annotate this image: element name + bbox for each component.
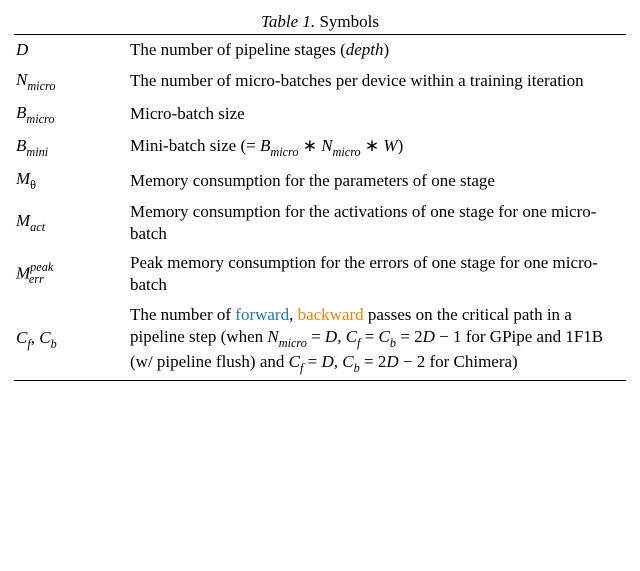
desc-text: The number of pipeline stages ( (130, 40, 346, 59)
desc-text: , (334, 352, 343, 371)
symbol-D: D (16, 40, 28, 59)
symbol-cell: Mpeakerr (14, 248, 128, 300)
symbol-sub: micro (27, 79, 55, 93)
math-sub: micro (270, 145, 298, 159)
math-sub: micro (333, 145, 361, 159)
desc-cell: Memory consumption for the parameters of… (128, 164, 626, 197)
desc-text: The number of (130, 305, 235, 324)
table-row: Mact Memory consumption for the activati… (14, 197, 626, 249)
desc-cell: Mini-batch size (= Bmicro ∗ Nmicro ∗ W) (128, 131, 626, 164)
desc-text: , (289, 305, 298, 324)
math-var: C (342, 352, 353, 371)
symbol-cell: Bmini (14, 131, 128, 164)
desc-text: ) (384, 40, 390, 59)
math-op: = 2 (396, 327, 423, 346)
symbol-Nmicro: N (16, 70, 27, 89)
math-var: C (379, 327, 390, 346)
table-row: Mpeakerr Peak memory consumption for the… (14, 248, 626, 300)
math-sub: b (390, 336, 396, 350)
symbol-Mact: M (16, 211, 30, 230)
math-var: N (321, 136, 332, 155)
desc-text: − 2 for Chimera) (399, 352, 518, 371)
symbol-sub: micro (26, 112, 54, 126)
symbol-sub: act (30, 220, 45, 234)
desc-cell: The number of pipeline stages (depth) (128, 35, 626, 65)
symbol-Cf: C (16, 328, 27, 347)
table-label: Table 1. (261, 12, 315, 31)
symbol-Bmini: B (16, 136, 26, 155)
desc-text: Mini-batch size (= (130, 136, 260, 155)
forward-text: forward (235, 305, 289, 324)
desc-text: , (337, 327, 346, 346)
symbol-cell: Bmicro (14, 98, 128, 131)
math-var: B (260, 136, 270, 155)
table-row: Bmini Mini-batch size (= Bmicro ∗ Nmicro… (14, 131, 626, 164)
math-var: N (267, 327, 278, 346)
desc-cell: Peak memory consumption for the errors o… (128, 248, 626, 300)
math-op: ∗ (361, 136, 384, 155)
math-op: = 2 (360, 352, 387, 371)
math-op: = (307, 327, 325, 346)
symbol-cell: D (14, 35, 128, 65)
math-var: C (346, 327, 357, 346)
desc-cell: Memory consumption for the activations o… (128, 197, 626, 249)
backward-text: backward (298, 305, 364, 324)
table-row: Nmicro The number of micro-batches per d… (14, 65, 626, 98)
symbol-sub: f (27, 337, 30, 351)
math-sub: b (354, 361, 360, 375)
symbol-sub: err (29, 272, 44, 286)
symbol-Mtheta: M (16, 169, 30, 188)
math-sub: f (300, 361, 303, 375)
math-var: D (386, 352, 398, 371)
symbol-cell: Mθ (14, 164, 128, 197)
symbol-sub: mini (26, 145, 48, 159)
table-caption: Table 1. Symbols (14, 12, 626, 32)
table-row: Cf, Cb The number of forward, backward p… (14, 300, 626, 380)
table-row: Bmicro Micro-batch size (14, 98, 626, 131)
math-op: = (360, 327, 378, 346)
desc-cell: Micro-batch size (128, 98, 626, 131)
math-op: ∗ (298, 136, 321, 155)
comma: , (31, 328, 40, 347)
symbol-cell: Cf, Cb (14, 300, 128, 380)
symbol-Cb: C (39, 328, 50, 347)
desc-cell: The number of forward, backward passes o… (128, 300, 626, 380)
math-var: D (321, 352, 333, 371)
symbols-table: D The number of pipeline stages (depth) … (14, 34, 626, 381)
math-var: W (383, 136, 397, 155)
desc-cell: The number of micro-batches per device w… (128, 65, 626, 98)
math-var: D (325, 327, 337, 346)
table-row: Mθ Memory consumption for the parameters… (14, 164, 626, 197)
math-op: = (303, 352, 321, 371)
symbol-sub: θ (30, 178, 36, 192)
symbol-sub: b (51, 337, 57, 351)
desc-emph: depth (346, 40, 384, 59)
symbol-cell: Mact (14, 197, 128, 249)
desc-text: ) (398, 136, 404, 155)
symbol-Bmicro: B (16, 103, 26, 122)
math-sub: micro (279, 336, 307, 350)
math-sub: f (357, 336, 360, 350)
table-title-text: Symbols (319, 12, 379, 31)
symbol-cell: Nmicro (14, 65, 128, 98)
math-var: D (423, 327, 435, 346)
table-row: D The number of pipeline stages (depth) (14, 35, 626, 65)
math-var: C (289, 352, 300, 371)
